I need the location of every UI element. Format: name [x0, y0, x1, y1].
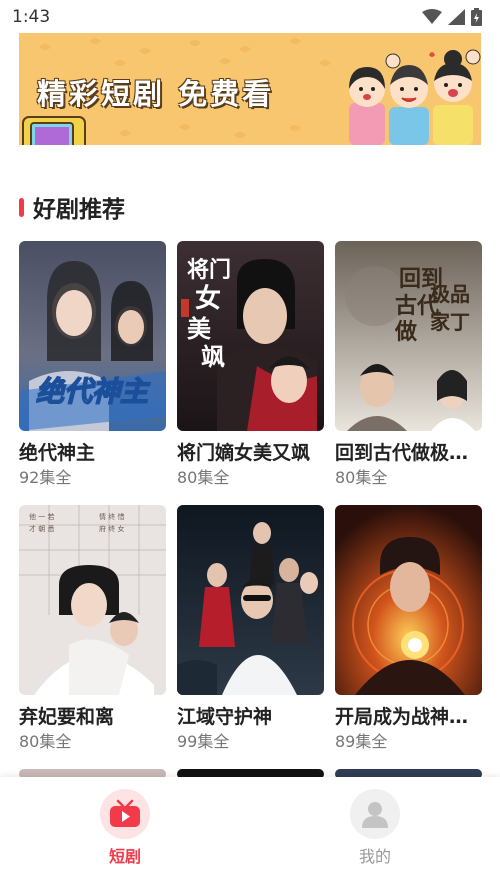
tv-icon — [22, 116, 86, 145]
svg-text:才 朝 悉: 才 朝 悉 — [29, 524, 54, 533]
drama-card[interactable]: 回到 古代 做 极品 家丁 回到古代做极品家丁 80集全 — [335, 241, 482, 488]
battery-icon — [471, 7, 482, 26]
drama-card[interactable]: 将门 女 美 飒 将门嫡女美又飒 80集全 — [177, 241, 324, 488]
drama-card[interactable]: 绝代神主 绝代神主 92集全 — [19, 241, 166, 488]
drama-poster[interactable] — [335, 505, 482, 695]
banner-cartoon-people — [349, 49, 481, 145]
svg-text:将门: 将门 — [187, 257, 231, 283]
drama-title[interactable]: 江域守护神 — [177, 705, 324, 729]
section-accent-bar — [19, 197, 24, 217]
wifi-icon — [422, 8, 442, 24]
svg-text:家丁: 家丁 — [430, 310, 470, 334]
status-time: 1:43 — [12, 6, 51, 27]
drama-title[interactable]: 将门嫡女美又飒 — [177, 441, 324, 465]
svg-text:情 终 惜: 情 终 惜 — [99, 512, 124, 521]
drama-poster[interactable]: 回到 古代 做 极品 家丁 — [335, 241, 482, 431]
svg-text:美: 美 — [187, 314, 211, 343]
section-title: 好剧推荐 — [33, 197, 125, 223]
nav-item-profile[interactable]: 我的 — [250, 777, 500, 889]
drama-title[interactable]: 回到古代做极品家丁 — [335, 441, 482, 465]
banner-title: 精彩短剧 免费看 — [37, 77, 275, 111]
svg-text:府 终 女: 府 终 女 — [99, 524, 124, 533]
nav-label[interactable]: 短剧 — [109, 843, 141, 867]
status-bar: 1:43 — [0, 0, 500, 33]
section-header: 好剧推荐 — [19, 190, 125, 224]
drama-title[interactable]: 开局成为战神殿主 — [335, 705, 482, 729]
svg-text:极品: 极品 — [430, 282, 470, 306]
tv-play-icon[interactable] — [100, 789, 150, 839]
status-icons — [422, 7, 482, 26]
svg-text:他 一 若: 他 一 若 — [29, 512, 54, 521]
drama-poster[interactable] — [177, 505, 324, 695]
drama-card[interactable]: 他 一 若才 朝 悉 情 终 惜府 终 女 弃妃要和离 80集全 — [19, 505, 166, 752]
promo-banner[interactable]: 精彩短剧 免费看 — [19, 33, 481, 145]
svg-text:做: 做 — [394, 319, 418, 345]
drama-card[interactable]: 江域守护神 99集全 — [177, 505, 324, 752]
drama-episodes: 92集全 — [19, 468, 72, 487]
drama-title[interactable]: 绝代神主 — [19, 441, 166, 465]
bottom-nav: 短剧 我的 — [0, 777, 500, 889]
drama-episodes: 99集全 — [177, 732, 230, 751]
drama-episodes: 80集全 — [19, 732, 72, 751]
drama-episodes: 80集全 — [335, 468, 388, 487]
nav-item-dramas[interactable]: 短剧 — [0, 777, 250, 889]
drama-card[interactable]: 开局成为战神殿主 89集全 — [335, 505, 482, 752]
drama-title[interactable]: 弃妃要和离 — [19, 705, 166, 729]
nav-label[interactable]: 我的 — [359, 843, 391, 867]
signal-icon — [448, 8, 465, 25]
user-icon[interactable] — [350, 789, 400, 839]
drama-episodes: 89集全 — [335, 732, 388, 751]
drama-episodes: 80集全 — [177, 468, 230, 487]
svg-text:女: 女 — [195, 283, 221, 314]
svg-text:飒: 飒 — [201, 342, 225, 371]
drama-poster[interactable]: 他 一 若才 朝 悉 情 终 惜府 终 女 — [19, 505, 166, 695]
drama-poster[interactable]: 绝代神主 — [19, 241, 166, 431]
poster-title-art: 绝代神主 — [36, 375, 151, 408]
drama-poster[interactable]: 将门 女 美 飒 — [177, 241, 324, 431]
